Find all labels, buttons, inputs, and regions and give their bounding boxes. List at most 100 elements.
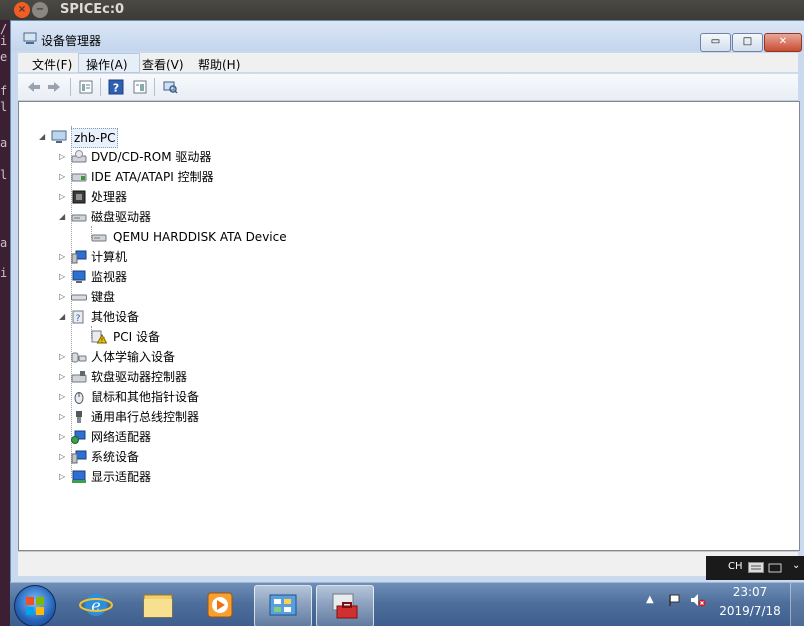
keyboard-layout-icon[interactable] [748,562,764,573]
menu-view[interactable]: 查看(V) [142,56,184,73]
window-title-bar[interactable]: 设备管理器 ▭ □ ✕ [11,21,804,52]
device-manager-window: 设备管理器 ▭ □ ✕ 文件(F) 操作(A) 查看(V) 帮助(H) ? ◢ … [10,20,804,584]
expand-triangle-icon[interactable]: ▷ [59,253,67,261]
control-panel-icon [269,594,297,616]
start-button[interactable] [14,585,56,626]
ime-expand-arrow-icon[interactable]: ⌄ [792,560,800,571]
expand-triangle-icon[interactable]: ▷ [59,393,67,401]
toolbar-separator [100,78,101,96]
tree-node-label: DVD/CD-ROM 驱动器 [91,150,212,164]
svg-text:?: ? [76,314,81,324]
monitor-icon [72,270,86,283]
tree-node-label: 其他设备 [91,310,140,324]
show-hide-icon[interactable] [132,79,148,95]
computer-icon [71,250,87,264]
other-devices-icon: ? [72,310,84,324]
tree-node-label: 监视器 [91,270,128,284]
taskbar-control-panel[interactable] [254,585,312,626]
tree-node-label: 键盘 [91,290,116,304]
host-strip-char: e [0,50,8,64]
file-explorer-icon [143,594,173,618]
internet-explorer-icon: e [79,594,113,616]
tree-node-label: 处理器 [91,190,128,204]
menu-bar: 文件(F) 操作(A) 查看(V) 帮助(H) [18,53,798,73]
menu-action[interactable]: 操作(A) [86,56,128,73]
computer-root-icon [51,130,67,143]
host-minimize-button[interactable]: − [32,2,48,18]
collapse-triangle-icon[interactable]: ◢ [59,313,67,321]
expand-triangle-icon[interactable]: ▷ [59,173,67,181]
collapse-triangle-icon[interactable]: ◢ [39,133,47,141]
menu-file[interactable]: 文件(F) [32,56,72,73]
device-tree[interactable]: ◢ zhb-PC ▷ DVD/CD-ROM 驱动器 ▷ IDE ATA/ATAP… [18,101,800,551]
taskbar-device-manager[interactable] [316,585,374,626]
back-arrow-icon[interactable] [26,79,42,95]
processor-icon [72,190,86,204]
host-window-title: SPICEc:0 [60,2,125,17]
status-bar [18,551,798,576]
help-icon[interactable]: ? [108,79,124,95]
tree-node-label: 鼠标和其他指针设备 [91,390,200,404]
host-strip-char: i [0,266,8,280]
expand-triangle-icon[interactable]: ▷ [59,433,67,441]
tree-node-label: 软盘驱动器控制器 [91,370,188,384]
expand-triangle-icon[interactable]: ▷ [59,353,67,361]
network-adapter-icon [71,430,86,444]
minimize-button[interactable]: ▭ [700,33,731,52]
close-button[interactable]: ✕ [764,33,802,52]
tree-node-label: 人体学输入设备 [91,350,176,364]
tree-node-label: 显示适配器 [91,470,152,484]
show-desktop-button[interactable] [790,583,804,626]
expand-triangle-icon[interactable]: ▷ [59,273,67,281]
svg-text:!: ! [101,338,103,345]
toolbar: ? [18,73,798,101]
ide-controller-icon [71,173,87,182]
taskbar-explorer[interactable] [130,585,186,625]
svg-text:?: ? [113,82,119,95]
device-manager-icon [23,32,37,44]
usb-controller-icon [76,411,82,423]
expand-triangle-icon[interactable]: ▷ [59,153,67,161]
forward-arrow-icon[interactable] [46,79,62,95]
expand-triangle-icon[interactable]: ▷ [59,453,67,461]
floppy-controller-icon [71,371,87,383]
scan-hardware-icon[interactable] [162,79,178,95]
ime-options-icon[interactable] [768,562,782,574]
expand-triangle-icon[interactable]: ▷ [59,413,67,421]
tree-node-label: 网络适配器 [91,430,152,444]
expand-triangle-icon[interactable]: ▷ [59,373,67,381]
volume-muted-icon[interactable] [690,593,706,607]
clock-date[interactable]: 2019/7/18 [714,604,786,618]
host-strip-char: l [0,168,8,182]
tree-node-label: QEMU HARDDISK ATA Device [113,230,287,244]
expand-triangle-icon[interactable]: ▷ [59,293,67,301]
windows-logo-icon [26,597,44,615]
properties-icon[interactable] [78,79,94,95]
keyboard-icon [71,294,87,301]
action-center-flag-icon[interactable] [668,593,682,607]
taskbar-ie[interactable]: e [68,585,124,625]
system-devices-icon [71,450,87,464]
collapse-triangle-icon[interactable]: ◢ [59,213,67,221]
ime-language-label[interactable]: CH [728,561,743,572]
expand-triangle-icon[interactable]: ▷ [59,473,67,481]
disk-drive-icon [71,214,87,222]
mouse-icon [74,392,84,404]
host-close-button[interactable]: × [14,2,30,18]
tree-node-label: 磁盘驱动器 [91,210,152,224]
tree-node-label: IDE ATA/ATAPI 控制器 [91,170,214,184]
tree-node-label: 通用串行总线控制器 [91,410,200,424]
guest-desktop: 设备管理器 ▭ □ ✕ 文件(F) 操作(A) 查看(V) 帮助(H) ? ◢ … [10,20,804,626]
host-strip-char: a [0,236,8,250]
taskbar-media-player[interactable] [192,585,248,625]
maximize-button[interactable]: □ [732,33,763,52]
tray-show-hidden-icon[interactable]: ▲ [646,594,654,605]
tree-root-label: zhb-PC [71,128,119,148]
menu-help[interactable]: 帮助(H) [198,56,240,73]
tree-node-label: 系统设备 [91,450,140,464]
harddisk-icon [91,234,107,242]
hid-icon [71,352,87,363]
clock-time[interactable]: 23:07 [722,585,778,599]
language-bar[interactable]: CH ⌄ [706,556,804,580]
expand-triangle-icon[interactable]: ▷ [59,193,67,201]
